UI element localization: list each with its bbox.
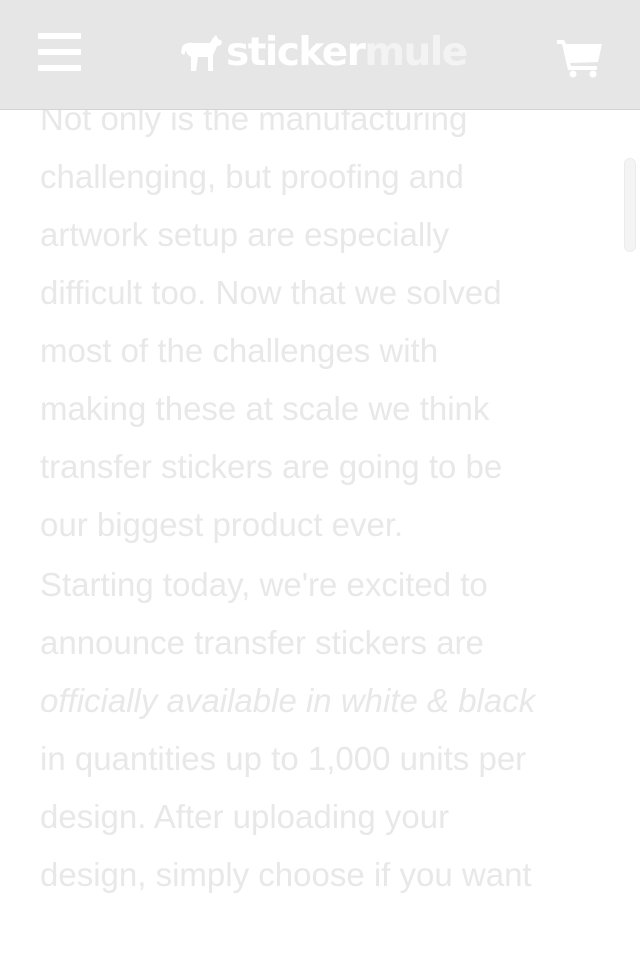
paragraph-line: transfer stickers are going to be — [40, 448, 503, 485]
article-body: Not only is the manufacturing challengin… — [40, 90, 600, 904]
menu-bar — [38, 65, 81, 71]
paragraph-line: in quantities up to 1,000 units per — [40, 740, 527, 777]
menu-bar — [38, 33, 81, 39]
menu-bar — [38, 49, 81, 55]
emphasis-text: officially available in white & black — [40, 682, 536, 719]
paragraph-line: challenging, but proofing and — [40, 158, 464, 195]
mule-icon — [181, 35, 222, 71]
paragraph-line: our biggest product ever. — [40, 506, 404, 543]
paragraph-line: difficult too. Now that we solved — [40, 274, 502, 311]
hamburger-menu-icon[interactable] — [38, 33, 82, 73]
paragraph-line: most of the challenges with — [40, 332, 439, 369]
paragraph-line: artwork setup are especially — [40, 216, 450, 253]
cart-glyph — [557, 40, 602, 78]
paragraph-line: making these at scale we think — [40, 390, 490, 427]
paragraph-line: announce transfer stickers are — [40, 624, 484, 661]
paragraph-line: design. After uploading your — [40, 798, 450, 835]
page: Not only is the manufacturing challengin… — [0, 0, 640, 959]
shopping-cart-icon[interactable] — [556, 36, 604, 78]
paragraph-line: Starting today, we're excited to — [40, 566, 488, 603]
logo-mule-text: mule — [364, 30, 468, 75]
top-header: stickermule — [0, 0, 640, 110]
logo-wordmark: stickermule — [226, 28, 468, 78]
article-paragraph-1: Not only is the manufacturing challengin… — [40, 90, 600, 556]
paragraph-line: design, simply choose if you want — [40, 856, 532, 893]
article-paragraph-2: Starting today, we're excited to announc… — [40, 556, 600, 904]
sticker-mule-logo[interactable]: stickermule — [180, 28, 468, 78]
scrollbar-thumb[interactable] — [624, 158, 636, 252]
logo-sticker-text: sticker — [226, 30, 366, 75]
